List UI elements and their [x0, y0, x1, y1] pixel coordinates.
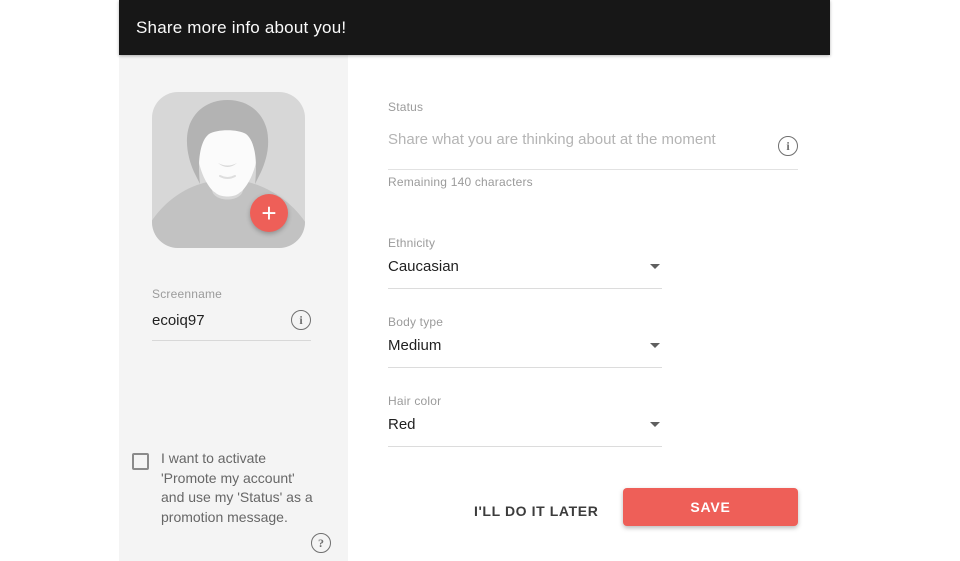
status-remaining-characters: Remaining 140 characters: [388, 175, 533, 189]
promote-help-icon[interactable]: ?: [311, 533, 331, 553]
status-label: Status: [388, 100, 423, 114]
hair-color-value: Red: [388, 416, 416, 433]
screenname-row: ecoiq97 i: [152, 310, 311, 341]
chevron-down-icon: [650, 343, 660, 348]
body-type-label: Body type: [388, 315, 662, 329]
avatar: +: [152, 92, 305, 248]
save-button[interactable]: SAVE: [623, 488, 798, 526]
header-bar: Share more info about you!: [119, 0, 830, 55]
profile-form: Status i Remaining 140 characters Ethnic…: [348, 55, 830, 561]
ill-do-it-later-button[interactable]: I'LL DO IT LATER: [460, 493, 612, 529]
ethnicity-field: Ethnicity Caucasian: [388, 236, 662, 289]
status-info-icon[interactable]: i: [778, 136, 798, 156]
body-type-field: Body type Medium: [388, 315, 662, 368]
promote-account-checkbox[interactable]: [132, 453, 149, 470]
ethnicity-select[interactable]: Caucasian: [388, 258, 662, 289]
ethnicity-value: Caucasian: [388, 258, 459, 275]
screenname-value: ecoiq97: [152, 312, 205, 329]
promote-account-option: I want to activate 'Promote my account' …: [132, 449, 348, 527]
hair-color-label: Hair color: [388, 394, 662, 408]
page-title: Share more info about you!: [119, 18, 346, 38]
chevron-down-icon: [650, 422, 660, 427]
body-type-select[interactable]: Medium: [388, 337, 662, 368]
promote-account-text: I want to activate 'Promote my account' …: [161, 449, 317, 527]
screenname-info-icon[interactable]: i: [291, 310, 311, 330]
status-field-row: i: [388, 123, 798, 170]
profile-edit-page: Share more info about you!: [0, 0, 960, 561]
sidebar: + Screenname ecoiq97 i I want to activat…: [119, 55, 348, 561]
hair-color-field: Hair color Red: [388, 394, 662, 447]
ethnicity-label: Ethnicity: [388, 236, 662, 250]
add-photo-button[interactable]: +: [250, 194, 288, 232]
hair-color-select[interactable]: Red: [388, 416, 662, 447]
body-type-value: Medium: [388, 337, 441, 354]
status-input[interactable]: [388, 123, 758, 148]
screenname-field: Screenname ecoiq97 i: [152, 287, 311, 341]
screenname-label: Screenname: [152, 287, 311, 301]
chevron-down-icon: [650, 264, 660, 269]
